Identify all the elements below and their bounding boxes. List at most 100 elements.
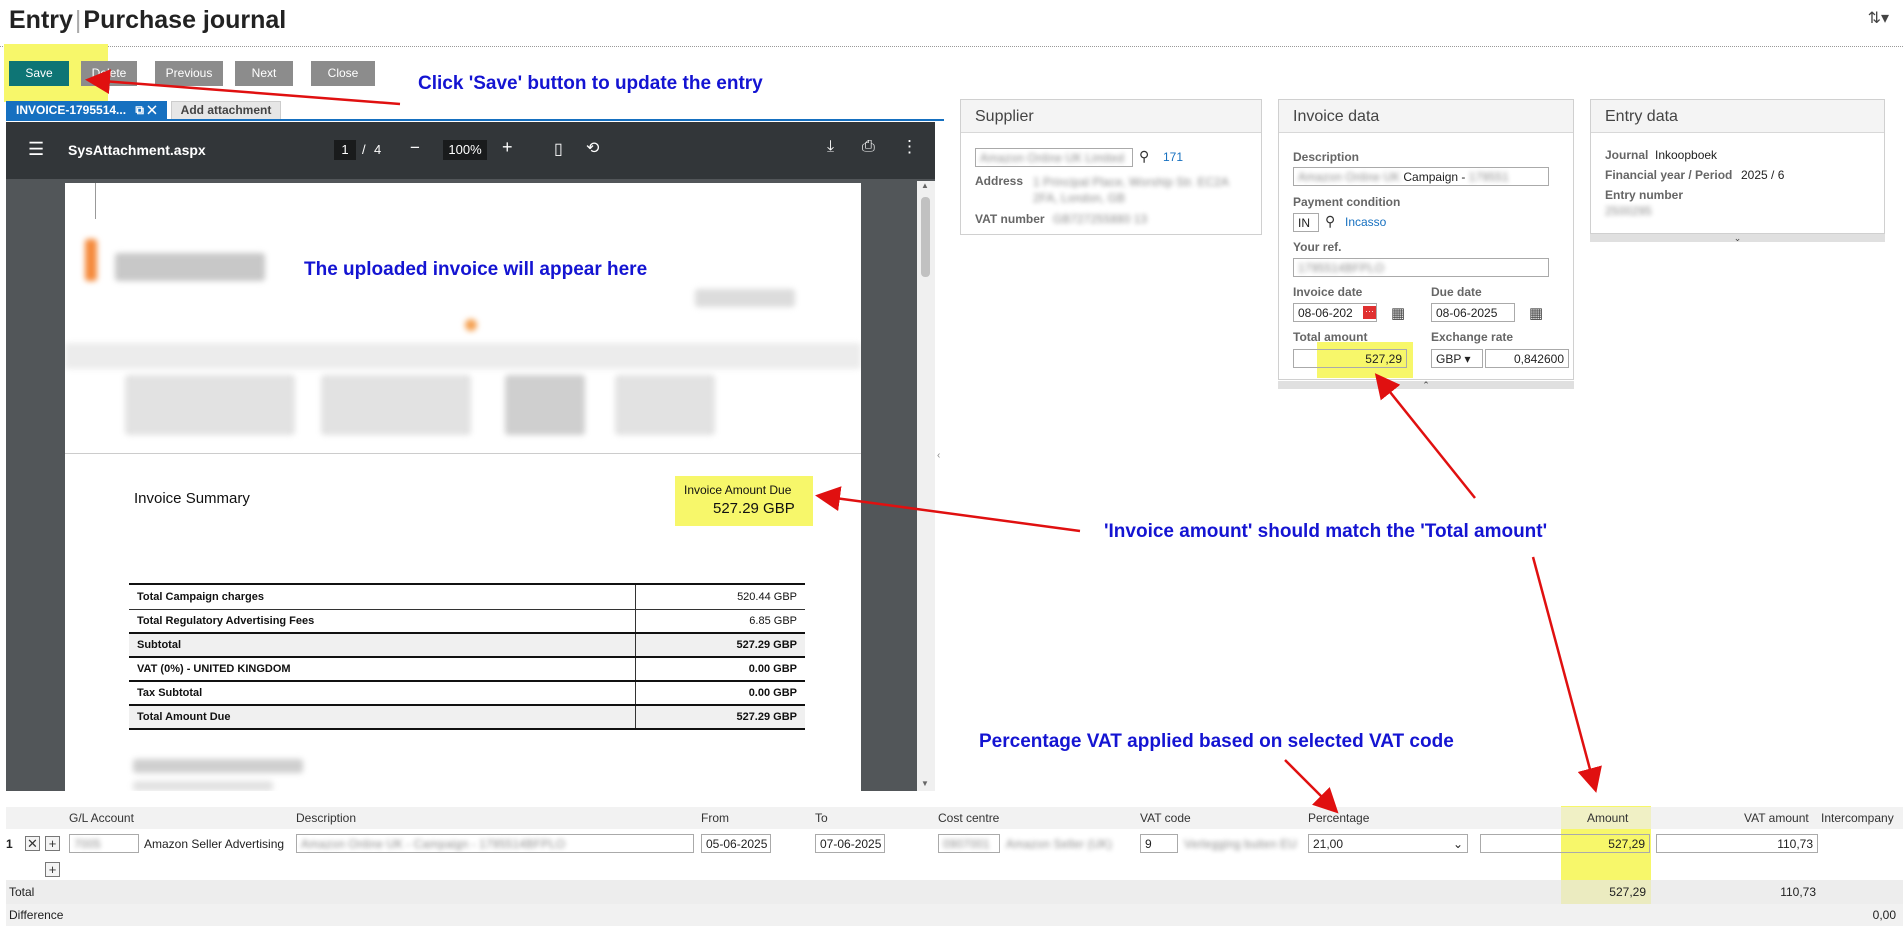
add-row-icon[interactable]: + — [45, 862, 60, 877]
gl-account-input[interactable]: 7005 — [69, 834, 139, 853]
journal-label: Journal — [1605, 148, 1649, 162]
difference-row: Difference 0,00 — [6, 904, 1903, 926]
entry-panel-expand-icon[interactable]: ⌄ — [1590, 234, 1885, 243]
amount-due-box: Invoice Amount Due 527.29 GBP — [675, 476, 813, 526]
blurred-text — [133, 759, 303, 773]
close-button[interactable]: Close — [311, 61, 375, 86]
total-amount: 527,29 — [1609, 885, 1646, 899]
description-input[interactable]: Amazon Online UK Campaign - 179551 — [1293, 167, 1549, 186]
vat-amount-input[interactable]: 110,73 — [1656, 834, 1818, 853]
invoice-summary-title: Invoice Summary — [134, 490, 250, 507]
page-number-input[interactable]: 1 — [334, 140, 356, 160]
table-row: Tax Subtotal 0.00 GBP — [129, 681, 805, 706]
currency-select[interactable]: GBP ▾ — [1431, 349, 1483, 368]
your-ref-input[interactable]: 1795514BFPLO — [1293, 258, 1549, 277]
your-ref-label: Your ref. — [1293, 240, 1342, 254]
close-tab-icon[interactable]: ✕ — [147, 103, 156, 117]
percentage-select[interactable]: 21,00 ⌄ — [1308, 834, 1468, 853]
amount-input[interactable]: 527,29 — [1480, 834, 1650, 853]
table-row: Total Campaign charges 520.44 GBP — [129, 585, 805, 610]
to-date-input[interactable]: 07-06-2025 — [815, 834, 885, 853]
invoice-date-label: Invoice date — [1293, 285, 1363, 299]
menu-icon[interactable]: ☰ — [28, 139, 44, 160]
entry-number-value: 2500295 — [1605, 204, 1652, 218]
supplier-search-icon[interactable]: ⚲ — [1139, 148, 1149, 165]
rotate-icon[interactable]: ⟲ — [586, 138, 599, 158]
vat-number-value: GB727255880 13 — [1053, 212, 1148, 226]
invoice-panel-collapse-icon[interactable]: ⌃ — [1278, 381, 1574, 390]
zoom-in-icon[interactable]: + — [502, 137, 513, 158]
table-row: Total Regulatory Advertising Fees 6.85 GB… — [129, 609, 805, 634]
col-amount: Amount — [1587, 811, 1629, 825]
total-amount-input[interactable]: 527,29 — [1293, 349, 1407, 368]
payment-condition-search-icon[interactable]: ⚲ — [1325, 213, 1335, 230]
cost-centre-name: Amazon Seller (UK) — [1006, 837, 1113, 851]
zoom-level[interactable]: 100% — [443, 140, 487, 160]
supplier-code[interactable]: 171 — [1163, 150, 1183, 164]
payment-condition-code-input[interactable]: IN — [1293, 213, 1319, 232]
arrow-to-total-amount — [1374, 373, 1476, 499]
invoice-summary-table: Total Campaign charges 520.44 GBP Total R… — [129, 585, 805, 730]
scroll-up-icon[interactable]: ▲ — [921, 181, 929, 190]
fit-page-icon[interactable]: ▯ — [554, 139, 563, 159]
insert-row-icon[interactable]: + — [45, 836, 60, 851]
download-icon[interactable]: ⤓ — [827, 138, 834, 156]
invoice-data-header: Invoice data — [1279, 100, 1573, 133]
period-value: 2025 / 6 — [1741, 168, 1785, 182]
vat-code-input[interactable]: 9 — [1140, 834, 1178, 853]
blurred-heading — [695, 289, 795, 307]
exchange-rate-label: Exchange rate — [1431, 330, 1514, 344]
blurred-band — [65, 343, 861, 369]
collapse-splitter-icon[interactable]: ‹ — [937, 450, 940, 461]
table-row: Subtotal 527.29 GBP — [129, 633, 805, 658]
open-external-icon[interactable]: ⧉ — [135, 103, 144, 117]
pdf-scrollbar-thumb[interactable] — [921, 197, 930, 277]
due-date-calendar-icon[interactable]: ▦ — [1529, 304, 1543, 322]
vat-code-name: Verlegging buiten EU — [1184, 837, 1297, 851]
print-icon[interactable]: ⎙ — [862, 138, 875, 156]
sort-menu-icon[interactable]: ⇅▾ — [1868, 8, 1889, 28]
gl-account-name: Amazon Seller Advertising — [144, 837, 285, 851]
next-button[interactable]: Next — [235, 61, 293, 86]
description-cell-input[interactable]: Amazon Online UK - Campaign - 1795514BFP… — [296, 834, 694, 853]
amount-due-value: 527.29 GBP — [713, 500, 795, 517]
blurred-block-1 — [125, 375, 295, 435]
row-index: 1 — [6, 837, 13, 851]
due-date-label: Due date — [1431, 285, 1482, 299]
scroll-down-icon[interactable]: ▼ — [921, 779, 929, 788]
tab-invoice-attachment[interactable]: INVOICE-1795514... ⧉ ✕ — [6, 101, 167, 120]
payment-condition-name[interactable]: Incasso — [1345, 215, 1386, 229]
delete-button[interactable]: Delete — [81, 61, 137, 86]
cost-centre-input[interactable]: 0907001 — [938, 834, 1000, 853]
ellipsis-icon[interactable]: ··· — [1363, 306, 1376, 319]
arrow-to-amount-column — [1531, 556, 1602, 793]
divider — [65, 453, 861, 454]
supplier-input[interactable]: Amazon Online UK Limited — [975, 148, 1133, 167]
table-row: Total Amount Due 527.29 GBP — [129, 705, 805, 730]
supplier-header: Supplier — [961, 100, 1261, 133]
tab-add-attachment[interactable]: Add attachment — [171, 101, 281, 120]
col-vat-amount: VAT amount — [1744, 811, 1809, 825]
pdf-viewer[interactable]: ☰ SysAttachment.aspx 1 / 4 − 100% + ▯ ⟲ … — [6, 122, 935, 791]
previous-button[interactable]: Previous — [155, 61, 223, 86]
from-date-input[interactable]: 05-06-2025 — [701, 834, 771, 853]
table-row: 1 ✕ + 7005 Amazon Seller Advertising Ama… — [6, 830, 1903, 858]
exchange-rate-input[interactable]: 0,842600 — [1485, 349, 1569, 368]
annotation-save: Click 'Save' button to update the entry — [418, 73, 763, 94]
entry-number-label: Entry number — [1605, 188, 1684, 202]
difference-label: Difference — [9, 908, 64, 922]
zoom-out-icon[interactable]: − — [410, 138, 420, 158]
invoice-date-calendar-icon[interactable]: ▦ — [1391, 304, 1405, 322]
col-vat-code: VAT code — [1140, 811, 1191, 825]
col-intercompany: Intercompany — [1821, 811, 1894, 825]
header-divider — [0, 46, 1903, 47]
save-button[interactable]: Save — [9, 61, 69, 86]
period-label: Financial year / Period — [1605, 168, 1733, 182]
due-date-input[interactable]: 08-06-2025 — [1431, 303, 1515, 322]
description-label: Description — [1293, 150, 1360, 164]
delete-row-icon[interactable]: ✕ — [25, 836, 40, 851]
blurred-logo — [115, 253, 265, 281]
col-to: To — [815, 811, 828, 825]
chevron-down-icon: ⌄ — [1452, 837, 1463, 851]
more-options-icon[interactable]: ⋮ — [901, 137, 918, 157]
